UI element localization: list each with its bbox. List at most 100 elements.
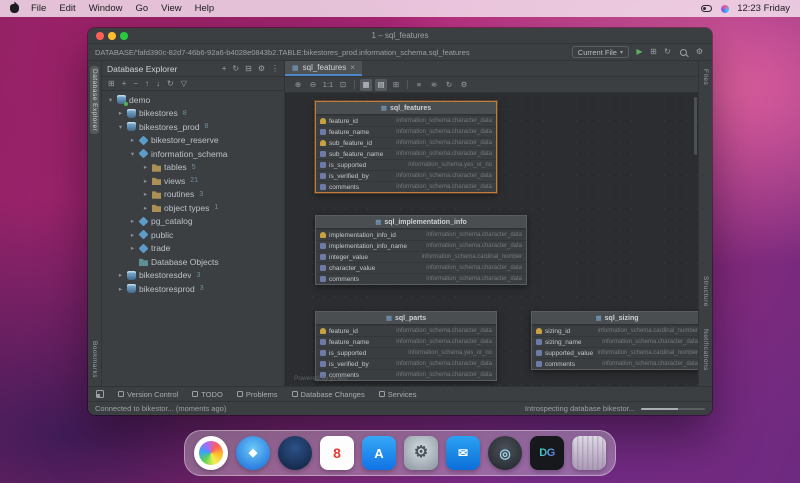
chevron-icon[interactable] bbox=[117, 109, 124, 117]
toolwindow-tab-files[interactable]: Files bbox=[702, 69, 709, 85]
table-column[interactable]: is_verified_by information_schema.charac… bbox=[316, 358, 496, 369]
chevron-icon[interactable] bbox=[142, 177, 149, 185]
tree-item[interactable]: bikestores_prod 8 bbox=[102, 120, 284, 134]
dock-icon[interactable] bbox=[278, 436, 312, 470]
tree-item[interactable]: object types 1 bbox=[102, 201, 284, 215]
chevron-icon[interactable] bbox=[117, 285, 124, 293]
explorer-header-icon[interactable]: ⚙ bbox=[258, 64, 265, 73]
minimize-window-button[interactable] bbox=[108, 32, 116, 40]
table-column[interactable]: is_verified_by information_schema.charac… bbox=[316, 170, 496, 181]
table-header[interactable]: sql_sizing bbox=[532, 312, 698, 325]
chevron-icon[interactable] bbox=[129, 217, 136, 225]
table-column[interactable]: comments information_schema.character_da… bbox=[316, 181, 496, 192]
menu-item[interactable]: Window bbox=[89, 3, 123, 14]
diagram-toolbar-icon[interactable]: ↻ bbox=[443, 79, 455, 91]
diagram-toolbar-icon[interactable]: ⊖ bbox=[307, 79, 319, 91]
toolbar-action-icon[interactable]: ▶ bbox=[634, 46, 645, 58]
dock-icon[interactable]: 8 bbox=[320, 436, 354, 470]
explorer-toolbar-icon[interactable]: ↓ bbox=[156, 79, 160, 88]
table-column[interactable]: is_supported information_schema.yes_or_n… bbox=[316, 347, 496, 358]
table-header[interactable]: sql_features bbox=[316, 102, 496, 115]
chevron-icon[interactable] bbox=[129, 136, 136, 144]
diagram-toolbar-icon[interactable] bbox=[354, 80, 355, 89]
diagram-toolbar-icon[interactable]: ▤ bbox=[375, 78, 387, 91]
dock-icon[interactable]: ◎ bbox=[488, 436, 522, 470]
table-column[interactable]: feature_name information_schema.characte… bbox=[316, 126, 496, 137]
table-column[interactable]: implementation_info_name information_sch… bbox=[316, 240, 526, 251]
dock-icon[interactable] bbox=[194, 436, 228, 470]
toolbar-action-icon[interactable]: ⊞ bbox=[648, 46, 659, 58]
diagram-toolbar-icon[interactable]: ⊞ bbox=[390, 79, 402, 91]
apple-menu-icon[interactable] bbox=[10, 2, 19, 13]
diagram-toolbar-icon[interactable] bbox=[407, 80, 408, 89]
explorer-toolbar-icon[interactable]: + bbox=[122, 79, 127, 88]
table-column[interactable]: sizing_name information_schema.character… bbox=[532, 336, 698, 347]
menu-item[interactable]: Go bbox=[135, 3, 148, 14]
dock-icon[interactable]: ✉ bbox=[446, 436, 480, 470]
tree-item[interactable]: demo bbox=[102, 93, 284, 107]
chevron-icon[interactable] bbox=[129, 150, 136, 158]
toolbar-action-icon[interactable]: ↻ bbox=[662, 46, 673, 58]
explorer-toolbar-icon[interactable]: ▽ bbox=[181, 79, 187, 88]
tab-sql-features[interactable]: sql_features bbox=[285, 61, 362, 76]
table-column[interactable]: implementation_info_id information_schem… bbox=[316, 229, 526, 240]
tree-item[interactable]: information_schema bbox=[102, 147, 284, 161]
chevron-icon[interactable] bbox=[129, 244, 136, 252]
tree-item[interactable]: public bbox=[102, 228, 284, 242]
siri-icon[interactable] bbox=[721, 4, 730, 13]
table-column[interactable]: integer_value information_schema.cardina… bbox=[316, 251, 526, 262]
search-icon[interactable] bbox=[680, 48, 687, 56]
table-header[interactable]: sql_parts bbox=[316, 312, 496, 325]
chevron-icon[interactable] bbox=[117, 271, 124, 279]
table-column[interactable]: sub_feature_name information_schema.char… bbox=[316, 148, 496, 159]
toolwindow-tab-notifications[interactable]: Notifications bbox=[702, 329, 709, 371]
table-column[interactable]: sizing_id information_schema.cardinal_nu… bbox=[532, 325, 698, 336]
table-column[interactable]: supported_value information_schema.cardi… bbox=[532, 347, 698, 358]
menubar-clock[interactable]: 12:23 Friday bbox=[737, 3, 790, 14]
tree-item[interactable]: bikestores 8 bbox=[102, 107, 284, 121]
chevron-icon[interactable] bbox=[142, 163, 149, 171]
explorer-toolbar-icon[interactable]: − bbox=[133, 79, 138, 88]
diagram-toolbar-icon[interactable]: ⊡ bbox=[337, 79, 349, 91]
toolwindow-tab-structure[interactable]: Structure bbox=[702, 276, 709, 307]
diagram-table-sql-features[interactable]: sql_features feature_id information_sche… bbox=[315, 101, 497, 193]
tree-item[interactable]: views 21 bbox=[102, 174, 284, 188]
chevron-icon[interactable] bbox=[107, 96, 114, 104]
diagram-table-sql-parts[interactable]: sql_parts feature_id information_schema.… bbox=[315, 311, 497, 381]
dock-icon[interactable]: A bbox=[362, 436, 396, 470]
explorer-header-icon[interactable]: + bbox=[222, 64, 227, 73]
diagram-table-sql-sizing[interactable]: sql_sizing sizing_id information_schema.… bbox=[531, 311, 698, 370]
diagram-table-sql-implementation-info[interactable]: sql_implementation_info implementation_i… bbox=[315, 215, 527, 285]
explorer-header-icon[interactable]: ↻ bbox=[232, 64, 239, 73]
table-column[interactable]: feature_id information_schema.character_… bbox=[316, 325, 496, 336]
chevron-icon[interactable] bbox=[129, 231, 136, 239]
toolwindow-button[interactable]: Problems bbox=[236, 390, 278, 399]
tree-item[interactable]: trade bbox=[102, 242, 284, 256]
table-column[interactable]: comments information_schema.character_da… bbox=[316, 273, 526, 284]
diagram-toolbar-icon[interactable]: 1:1 bbox=[322, 79, 334, 91]
run-scope-select[interactable]: Current File bbox=[571, 46, 629, 58]
tree-item[interactable]: bikestoresprod 3 bbox=[102, 282, 284, 296]
window-titlebar[interactable]: 1 – sql_features bbox=[88, 28, 712, 44]
diagram-toolbar-icon[interactable]: ⊕ bbox=[292, 79, 304, 91]
dock-icon[interactable]: ⚙ bbox=[404, 436, 438, 470]
tree-item[interactable]: bikestore_reserve bbox=[102, 134, 284, 148]
menu-item[interactable]: File bbox=[31, 3, 46, 14]
close-window-button[interactable] bbox=[96, 32, 104, 40]
explorer-toolbar-icon[interactable]: ↑ bbox=[145, 79, 149, 88]
canvas-scrollbar[interactable] bbox=[694, 97, 697, 155]
toolwindow-button[interactable]: TODO bbox=[192, 390, 223, 399]
menu-item[interactable]: Help bbox=[195, 3, 215, 14]
chevron-icon[interactable] bbox=[142, 204, 149, 212]
table-column[interactable]: sub_feature_id information_schema.charac… bbox=[316, 137, 496, 148]
zoom-window-button[interactable] bbox=[120, 32, 128, 40]
explorer-toolbar-icon[interactable]: ⊞ bbox=[108, 79, 115, 88]
diagram-toolbar-icon[interactable]: ⚙ bbox=[458, 79, 470, 91]
table-column[interactable]: character_value information_schema.chara… bbox=[316, 262, 526, 273]
control-center-icon[interactable] bbox=[701, 5, 713, 12]
toolwindow-toggle-icon[interactable] bbox=[96, 390, 104, 398]
dock-icon[interactable]: ◆ bbox=[236, 436, 270, 470]
table-column[interactable]: feature_name information_schema.characte… bbox=[316, 336, 496, 347]
table-column[interactable]: feature_id information_schema.character_… bbox=[316, 115, 496, 126]
tree-item[interactable]: Database Objects bbox=[102, 255, 284, 269]
